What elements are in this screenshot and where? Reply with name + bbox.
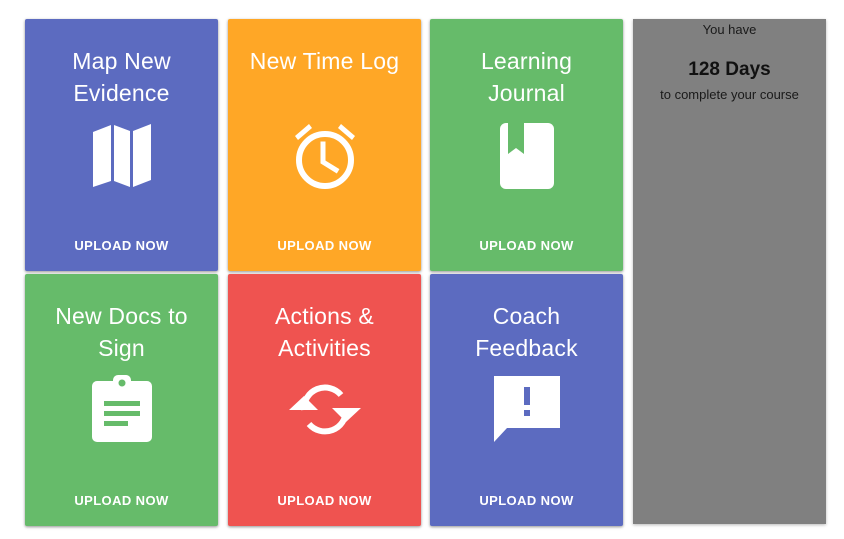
sync-icon <box>228 374 421 444</box>
bookmark-book-icon <box>430 121 623 191</box>
clipboard-icon <box>25 374 218 444</box>
countdown-suffix: to complete your course <box>660 87 799 102</box>
tile-new-docs-to-sign[interactable]: New Docs to Sign UPLOAD NOW <box>25 274 218 526</box>
tile-title: Learning Journal <box>480 48 573 106</box>
countdown-intro: You have <box>702 22 757 37</box>
upload-now-button[interactable]: UPLOAD NOW <box>228 238 421 253</box>
tile-title: Actions & Activities <box>275 303 374 361</box>
tile-actions-activities[interactable]: Actions & Activities UPLOAD NOW <box>228 274 421 526</box>
upload-now-button[interactable]: UPLOAD NOW <box>25 238 218 253</box>
map-icon <box>25 121 218 191</box>
tile-title: Coach Feedback <box>475 303 578 361</box>
tile-coach-feedback[interactable]: Coach Feedback UPLOAD NOW <box>430 274 623 526</box>
tile-title: New Time Log <box>249 48 400 74</box>
upload-now-button[interactable]: UPLOAD NOW <box>228 493 421 508</box>
tile-title: Map New Evidence <box>72 48 171 106</box>
upload-now-button[interactable]: UPLOAD NOW <box>25 493 218 508</box>
tile-new-time-log[interactable]: New Time Log UPLOAD NOW <box>228 19 421 271</box>
upload-now-button[interactable]: UPLOAD NOW <box>430 238 623 253</box>
tile-map-new-evidence[interactable]: Map New Evidence UPLOAD NOW <box>25 19 218 271</box>
alarm-clock-icon <box>228 121 421 191</box>
tile-title: New Docs to Sign <box>55 303 188 361</box>
upload-now-button[interactable]: UPLOAD NOW <box>430 493 623 508</box>
feedback-icon <box>430 374 623 444</box>
tile-learning-journal[interactable]: Learning Journal UPLOAD NOW <box>430 19 623 271</box>
course-countdown-panel: You have 128 Days to complete your cours… <box>633 19 826 524</box>
days-remaining: 128 Days <box>688 59 771 80</box>
